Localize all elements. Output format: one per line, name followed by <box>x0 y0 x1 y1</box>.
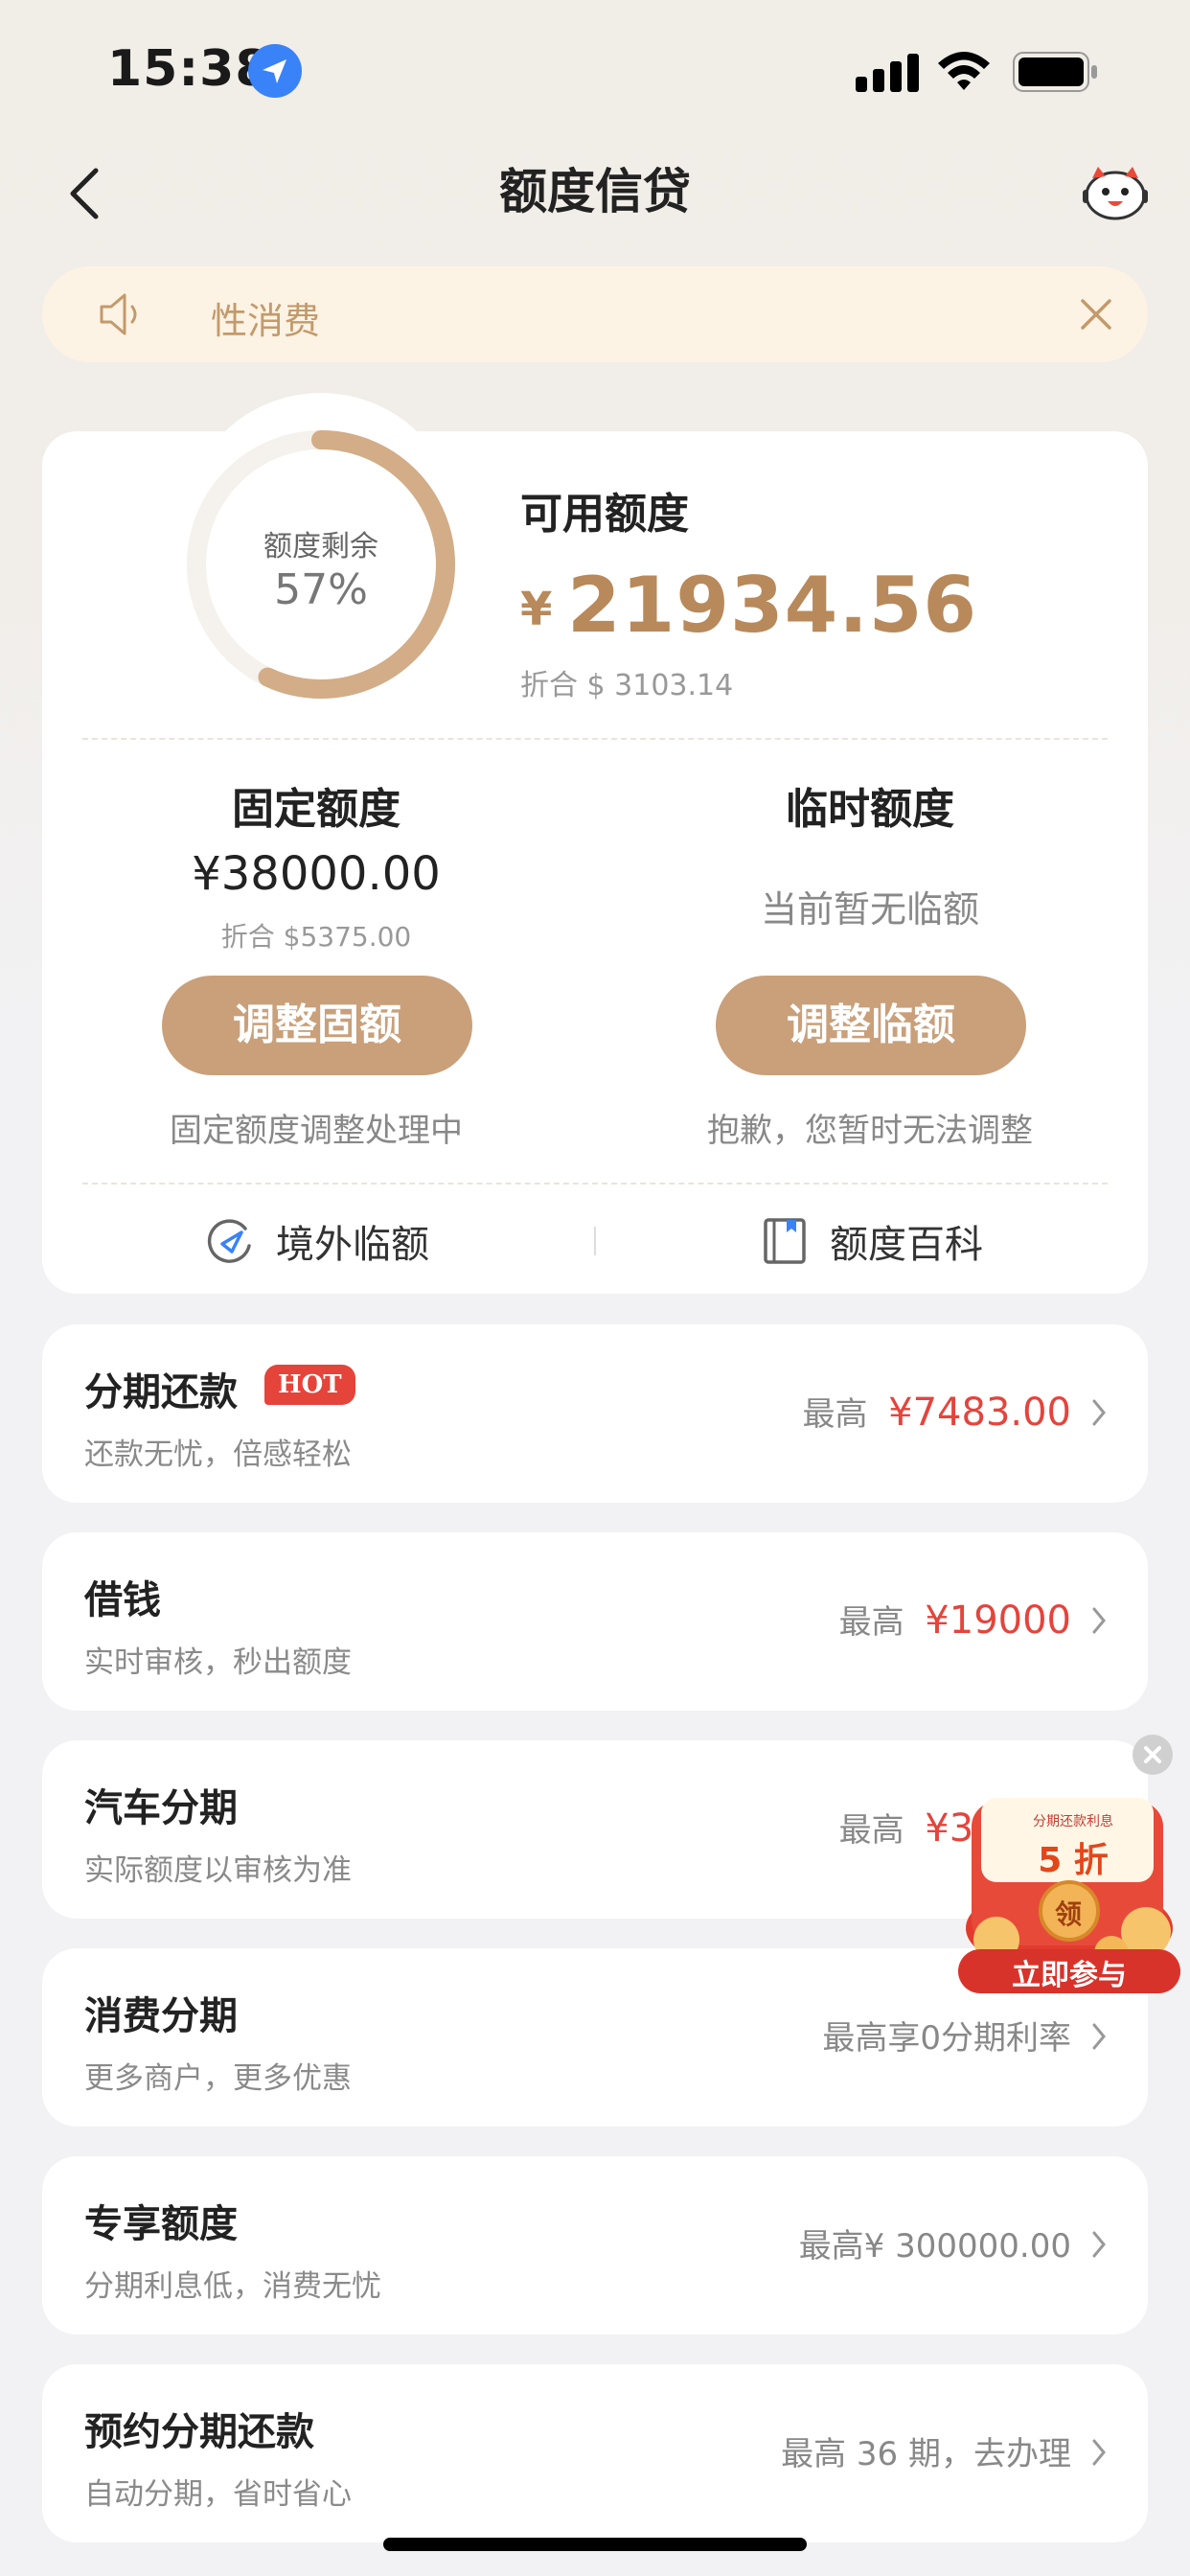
row-scheduled-installment[interactable]: 预约分期还款 自动分期，省时省心 最高 36 期，去办理 <box>42 2364 1148 2542</box>
row-prefix: 最高 <box>838 1811 904 1850</box>
link-separator <box>594 1227 596 1255</box>
row-prefix: 最高 <box>802 1395 868 1434</box>
promo-caption: 分期还款利息 <box>1033 1814 1113 1829</box>
book-icon <box>761 1217 809 1265</box>
row-title: 预约分期还款 <box>84 2410 314 2454</box>
location-arrow-icon <box>248 44 302 98</box>
row-subtitle: 分期利息低，消费无忧 <box>84 2269 381 2304</box>
chevron-right-icon <box>1090 2227 1110 2262</box>
row-prefix: 最高 <box>838 1603 904 1642</box>
row-value: ¥7483.00 <box>888 1391 1071 1435</box>
row-right-text: 最高 ¥7483.00 <box>803 1388 1071 1435</box>
row-subtitle: 还款无忧，倍感轻松 <box>84 1438 352 1472</box>
divider <box>82 1183 1108 1184</box>
promo-discount: 5 折 <box>1038 1841 1109 1880</box>
chevron-right-icon <box>1090 1603 1110 1638</box>
row-subtitle: 实际额度以审核为准 <box>84 1853 352 1888</box>
chevron-right-icon <box>1090 2435 1110 2470</box>
row-installment-repay[interactable]: 分期还款 HOT 还款无忧，倍感轻松 最高 ¥7483.00 <box>42 1324 1148 1503</box>
hot-badge: HOT <box>264 1365 355 1405</box>
cellular-signal-icon <box>856 54 921 92</box>
fixed-title: 固定额度 <box>232 785 400 834</box>
home-indicator <box>383 2538 807 2551</box>
promo-seal: 领 <box>1054 1898 1082 1930</box>
wifi-icon <box>935 48 993 92</box>
row-title: 汽车分期 <box>84 1786 238 1830</box>
row-subtitle: 实时审核，秒出额度 <box>84 1645 352 1680</box>
notice-text: 性消费 <box>211 300 321 342</box>
close-icon[interactable] <box>1077 295 1115 334</box>
compass-icon <box>207 1217 255 1265</box>
fixed-amount: ¥38000.00 <box>192 847 441 901</box>
promo-close-icon[interactable] <box>1133 1735 1173 1775</box>
adjust-temp-button[interactable]: 调整临额 <box>716 976 1026 1075</box>
available-label: 可用额度 <box>520 490 689 539</box>
overseas-temp-link[interactable]: 境外临额 <box>207 1213 429 1269</box>
available-currency: ¥ <box>520 583 553 636</box>
ring-label: 额度剩余 <box>263 530 378 564</box>
wiki-label: 额度百科 <box>830 1223 983 1267</box>
adjust-fixed-button[interactable]: 调整固额 <box>162 976 472 1075</box>
page-title: 额度信贷 <box>499 164 691 219</box>
row-title: 分期还款 <box>84 1370 238 1414</box>
chevron-right-icon <box>1090 1395 1110 1430</box>
status-time: 15:38 <box>107 40 271 98</box>
assistant-mascot-icon[interactable] <box>1081 161 1150 222</box>
row-title: 专享额度 <box>84 2202 238 2246</box>
row-right-text: 最高 ¥19000 <box>839 1596 1071 1643</box>
credit-wiki-link[interactable]: 额度百科 <box>761 1213 983 1269</box>
promo-cta[interactable]: 立即参与 <box>964 1951 1175 1993</box>
row-subtitle: 自动分期，省时省心 <box>84 2477 352 2512</box>
available-converted: 折合 $ 3103.14 <box>520 669 734 702</box>
row-right-text: 最高 36 期，去办理 <box>781 2435 1071 2473</box>
row-right-text: 最高享0分期利率 <box>822 2019 1071 2058</box>
ring-percent: 57% <box>274 565 368 614</box>
remaining-ring <box>182 426 460 703</box>
fixed-converted: 折合 $5375.00 <box>220 921 412 953</box>
battery-icon <box>1013 52 1099 92</box>
row-borrow[interactable]: 借钱 实时审核，秒出额度 最高 ¥19000 <box>42 1532 1148 1711</box>
chevron-right-icon <box>1090 2019 1110 2054</box>
overseas-label: 境外临额 <box>276 1223 429 1267</box>
temp-none-text: 当前暂无临额 <box>760 888 979 931</box>
row-title: 消费分期 <box>84 1994 238 2038</box>
divider <box>82 738 1108 740</box>
available-amount: 21934.56 <box>567 561 978 650</box>
temp-note: 抱歉，您暂时无法调整 <box>707 1112 1033 1150</box>
row-exclusive-credit[interactable]: 专享额度 分期利息低，消费无忧 最高¥ 300000.00 <box>42 2156 1148 2334</box>
row-title: 借钱 <box>84 1578 161 1622</box>
row-right-text: 最高¥ 300000.00 <box>798 2227 1071 2266</box>
speaker-icon <box>98 291 149 337</box>
row-value: ¥19000 <box>925 1598 1071 1643</box>
notice-bar[interactable]: 性消费 <box>42 266 1148 362</box>
fixed-note: 固定额度调整处理中 <box>170 1112 463 1150</box>
temp-title: 临时额度 <box>786 785 954 834</box>
row-subtitle: 更多商户，更多优惠 <box>84 2061 352 2096</box>
